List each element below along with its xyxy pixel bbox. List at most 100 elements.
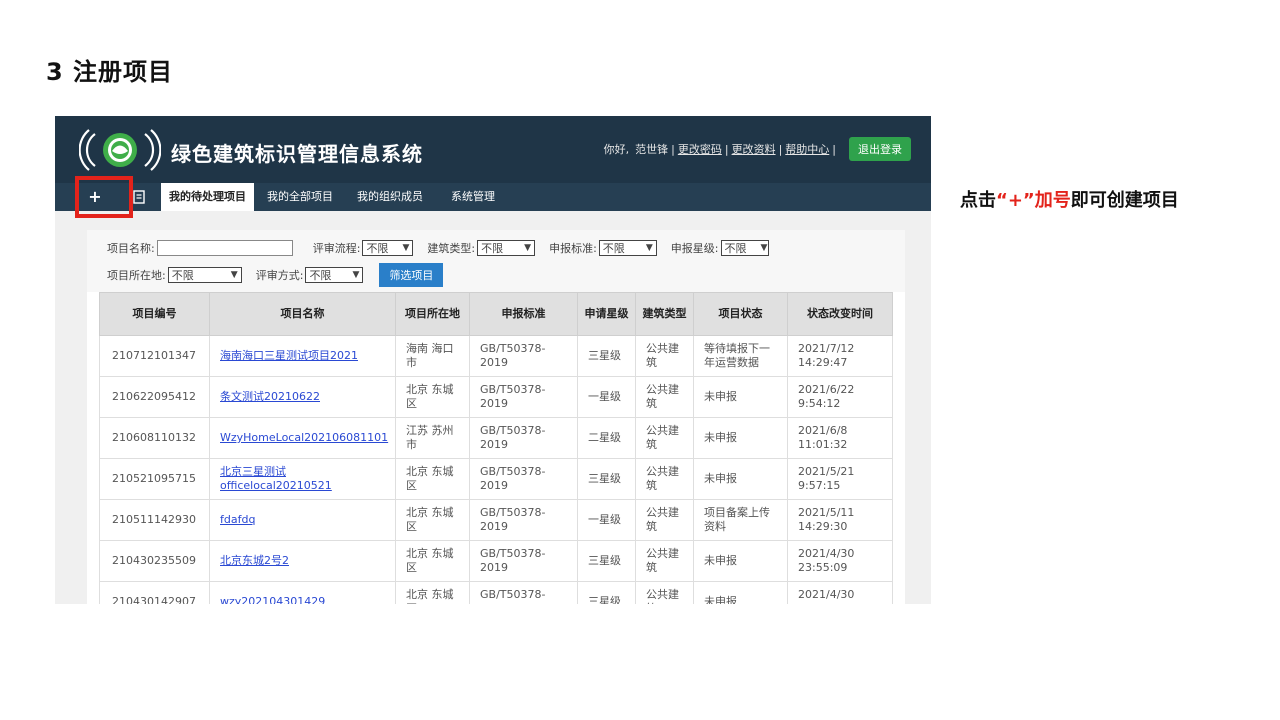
table-cell: 海南 海口市 — [395, 335, 470, 377]
user-bar: 你好, 范世锋 | 更改密码 | 更改资料 | 帮助中心 | 退出登录 — [604, 137, 911, 161]
table-cell: 210430235509 — [99, 540, 210, 582]
project-code: 210430142907 — [112, 595, 196, 604]
table-cell: 公共建筑 — [635, 417, 694, 459]
project-name-link[interactable]: 北京三星测试officelocal20210521 — [220, 465, 332, 492]
project-location: 江苏 苏州市 — [406, 424, 454, 451]
review-flow-select[interactable]: 不限 ▼ — [362, 240, 414, 256]
change-profile-link[interactable]: 更改资料 — [732, 141, 776, 157]
table-cell: 2021/6/8 11:01:32 — [787, 417, 893, 459]
table-cell: 一星级 — [577, 376, 636, 418]
divider: | — [724, 142, 729, 156]
project-building-type: 公共建筑 — [646, 547, 679, 574]
column-header: 申请星级 — [577, 292, 636, 336]
table-cell: 2021/4/30 14:29:07 — [787, 581, 893, 604]
project-standard: GB/T50378-2019 — [480, 383, 546, 410]
chevron-down-icon: ▼ — [402, 243, 410, 253]
table-cell: 北京 东城区 — [395, 581, 470, 604]
table-cell: 未申报 — [693, 376, 788, 418]
table-cell: 公共建筑 — [635, 458, 694, 500]
table-header-row: 项目编号 项目名称 项目所在地 申报标准 申请星级 建筑类型 项目状态 状态改变… — [99, 292, 893, 336]
table-cell: 未申报 — [693, 417, 788, 459]
project-building-type: 公共建筑 — [646, 588, 679, 604]
logout-button[interactable]: 退出登录 — [849, 137, 911, 161]
project-code: 210608110132 — [112, 431, 196, 444]
review-mode-select[interactable]: 不限 ▼ — [305, 267, 364, 283]
table-cell: 210712101347 — [99, 335, 210, 377]
help-center-link[interactable]: 帮助中心 — [785, 141, 829, 157]
filter-projects-button[interactable]: 筛选项目 — [379, 263, 444, 287]
status-change-time: 2021/7/12 14:29:47 — [798, 342, 855, 369]
table-cell: GB/T50378-2019 — [469, 499, 578, 541]
table-cell: wzy202104301429 — [209, 581, 396, 604]
filter-row: 项目所在地: 不限 ▼ 评审方式: 不限 ▼ 筛选项目 — [107, 263, 444, 287]
table-cell: 三星级 — [577, 540, 636, 582]
project-building-type: 公共建筑 — [646, 506, 679, 533]
main-nav: + 我的待处理项目 我的全部项目 我的组织成员 系统管理 — [55, 183, 931, 211]
table-cell: 公共建筑 — [635, 581, 694, 604]
column-header: 状态改变时间 — [787, 292, 893, 336]
project-star-level: 三星级 — [588, 595, 621, 604]
table-row: 210608110132 WzyHomeLocal202106081101 江苏 苏… — [99, 417, 893, 459]
table-cell: GB/T50378-2019 — [469, 540, 578, 582]
project-code: 210430235509 — [112, 554, 196, 567]
app-header: 绿色建筑标识管理信息系统 你好, 范世锋 | 更改密码 | 更改资料 | 帮助中… — [55, 116, 931, 183]
location-select[interactable]: 不限 ▼ — [167, 267, 242, 283]
table-cell: 三星级 — [577, 458, 636, 500]
project-standard: GB/T50378-2019 — [480, 465, 546, 492]
project-standard: GB/T50378-2019 — [480, 424, 546, 451]
chevron-down-icon: ▼ — [230, 270, 238, 280]
tab-org-members[interactable]: 我的组织成员 — [349, 183, 431, 211]
change-password-link[interactable]: 更改密码 — [678, 141, 722, 157]
location-value: 不限 — [171, 269, 194, 282]
building-type-select[interactable]: 不限 ▼ — [477, 240, 536, 256]
project-status: 项目备案上传资料 — [704, 506, 770, 533]
chevron-down-icon: ▼ — [352, 270, 360, 280]
table-cell: GB/T50378-2019 — [469, 458, 578, 500]
table-cell: 北京 东城区 — [395, 499, 470, 541]
page-heading: 3 注册项目 — [46, 58, 174, 86]
column-header: 项目编号 — [99, 292, 210, 336]
project-name-link[interactable]: 北京东城2号2 — [220, 554, 289, 567]
tab-my-pending-projects[interactable]: 我的待处理项目 — [161, 183, 254, 211]
divider: | — [671, 142, 675, 156]
table-cell: 等待填报下一年运营数据 — [693, 335, 788, 377]
standard-select[interactable]: 不限 ▼ — [598, 240, 657, 256]
project-code: 210622095412 — [112, 390, 196, 403]
project-code: 210511142930 — [112, 513, 196, 526]
table-cell: 一星级 — [577, 499, 636, 541]
annotation-highlight: “+”加号 — [996, 190, 1071, 211]
table-cell: 210511142930 — [99, 499, 210, 541]
table-cell: 北京 东城区 — [395, 376, 470, 418]
table-cell: 北京东城2号2 — [209, 540, 396, 582]
project-name-link[interactable]: wzy202104301429 — [220, 595, 325, 604]
project-star-level: 三星级 — [588, 554, 621, 567]
project-code: 210521095715 — [112, 472, 196, 485]
project-name-link[interactable]: fdafdq — [220, 513, 255, 526]
table-row: 210430142907 wzy202104301429 北京 东城区 GB/T503… — [99, 581, 893, 604]
star-level-select[interactable]: 不限 ▼ — [720, 240, 769, 256]
document-icon[interactable] — [131, 189, 147, 205]
table-cell: 2021/4/30 23:55:09 — [787, 540, 893, 582]
project-location: 北京 东城区 — [406, 588, 454, 604]
project-name-input[interactable] — [156, 240, 293, 256]
status-change-time: 2021/6/22 9:54:12 — [798, 383, 855, 410]
table-cell: 北京三星测试officelocal20210521 — [209, 458, 396, 500]
project-star-level: 三星级 — [588, 349, 621, 362]
username: 范世锋 — [635, 143, 669, 156]
project-name-link[interactable]: 条文测试20210622 — [220, 390, 320, 403]
table-row: 210712101347 海南海口三星测试项目2021 海南 海口市 GB/T5037… — [99, 335, 893, 377]
project-name-link[interactable]: WzyHomeLocal202106081101 — [220, 431, 388, 444]
column-header: 项目状态 — [693, 292, 788, 336]
project-location: 北京 东城区 — [406, 547, 454, 574]
table-cell: 北京 东城区 — [395, 540, 470, 582]
filter-row: 项目名称: 评审流程: 不限 ▼ 建筑类型: 不限 ▼ 申报标准: 不限 ▼ 申报星级… — [107, 240, 783, 256]
table-row: 210430235509 北京东城2号2 北京 东城区 GB/T50378-2019 三… — [99, 540, 893, 582]
chevron-down-icon: ▼ — [760, 243, 768, 253]
annotation-suffix: 即可创建项目 — [1070, 190, 1179, 211]
tab-system-management[interactable]: 系统管理 — [443, 183, 503, 211]
project-name-link[interactable]: 海南海口三星测试项目2021 — [220, 349, 358, 362]
column-header: 申报标准 — [469, 292, 578, 336]
tab-all-projects[interactable]: 我的全部项目 — [259, 183, 341, 211]
table-row: 210622095412 条文测试20210622 北京 东城区 GB/T50378-… — [99, 376, 893, 418]
table-cell: 公共建筑 — [635, 540, 694, 582]
